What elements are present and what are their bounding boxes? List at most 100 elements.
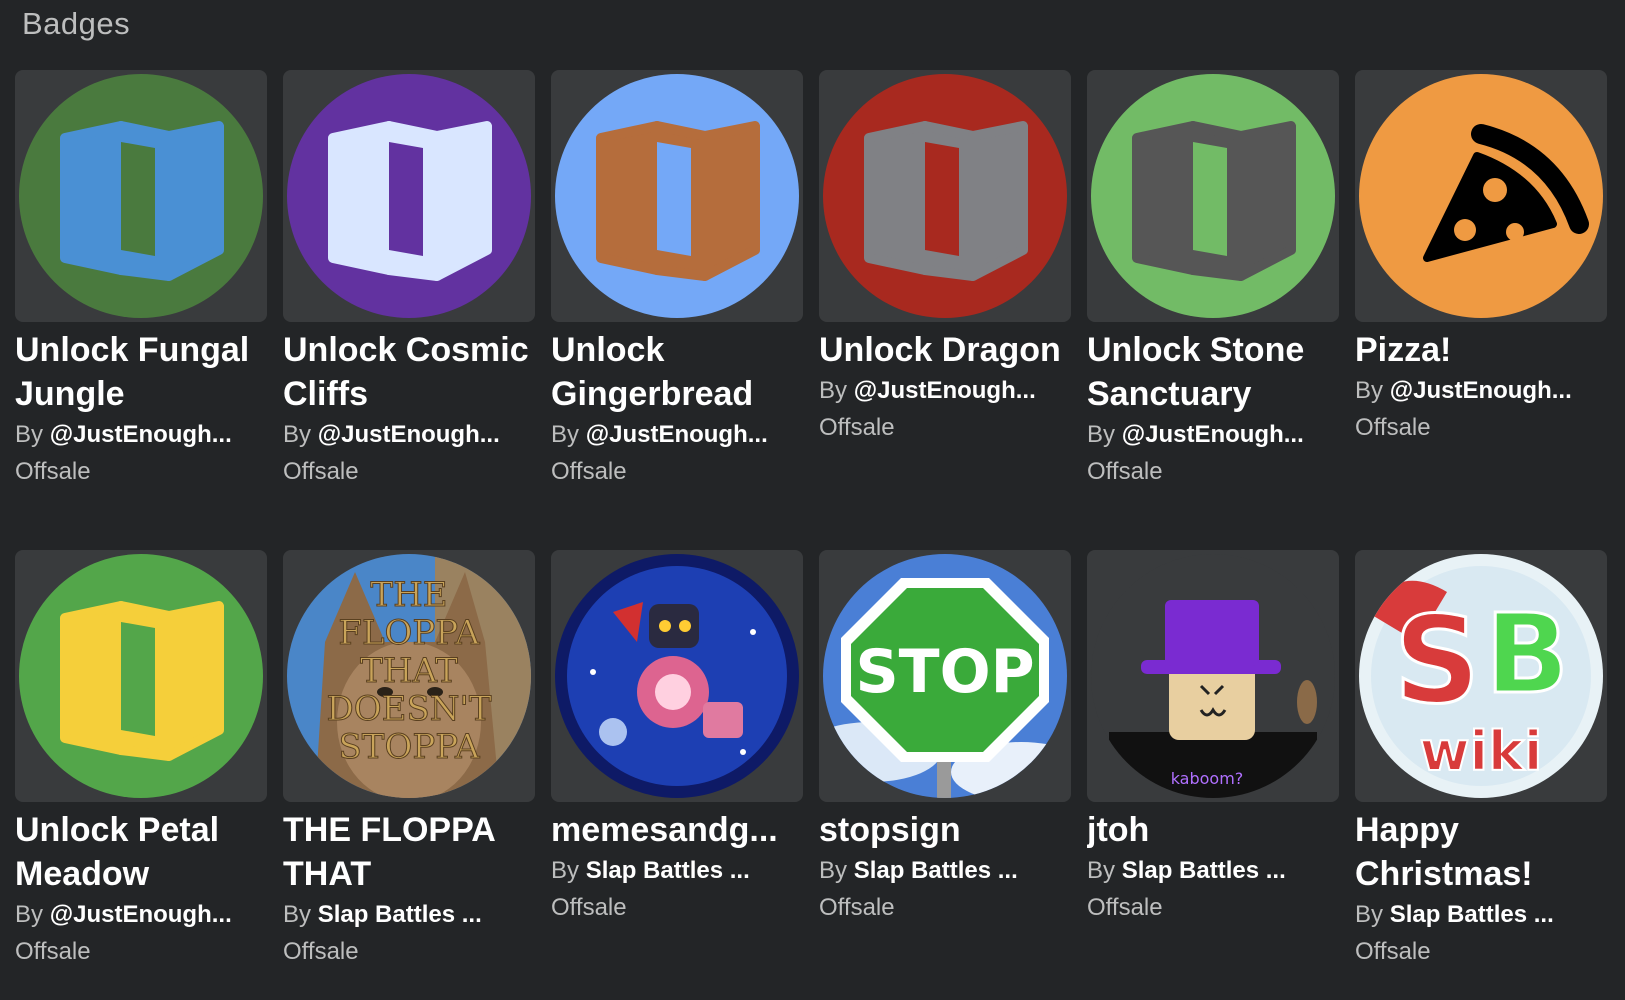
badge-price: Offsale: [283, 938, 359, 965]
creator-link[interactable]: @JustEnough...: [586, 421, 768, 448]
creator-link[interactable]: Slap Battles ...: [1122, 857, 1286, 884]
badge-name[interactable]: Unlock Fungal Jungle: [15, 328, 267, 416]
creator-link[interactable]: @JustEnough...: [1122, 421, 1304, 448]
svg-text:B: B: [1485, 590, 1569, 718]
badge-card[interactable]: S Bwiki Happy Christmas! By Slap Battles …: [1355, 550, 1607, 1000]
badge-name[interactable]: Unlock Gingerbread: [551, 328, 803, 416]
creator-prefix: By: [15, 421, 44, 448]
badge-thumbnail[interactable]: [1087, 70, 1339, 322]
badge-price: Offsale: [1355, 414, 1431, 441]
roblox-avatar-image: kaboom?: [1091, 554, 1335, 798]
creator-link[interactable]: Slap Battles ...: [1390, 901, 1554, 928]
badge-creator: By Slap Battles ...: [1087, 852, 1339, 890]
badge-card[interactable]: Unlock Fungal Jungle By @JustEnough... O…: [15, 70, 267, 520]
badge-creator: By @JustEnough...: [1087, 416, 1339, 454]
badge-card[interactable]: kaboom? jtoh By Slap Battles ... Offsale: [1087, 550, 1339, 1000]
map-icon: [19, 74, 263, 318]
badge-thumbnail[interactable]: kaboom?: [1087, 550, 1339, 802]
map-icon: [1091, 74, 1335, 318]
badge-price: Offsale: [283, 458, 359, 485]
creator-link[interactable]: @JustEnough...: [318, 421, 500, 448]
floppa-image: THEFLOPPATHATDOESN'TSTOPPA: [287, 554, 531, 798]
creator-prefix: By: [551, 857, 580, 884]
stop-sign-image: STOP: [823, 554, 1067, 798]
badge-card[interactable]: Unlock Stone Sanctuary By @JustEnough...…: [1087, 70, 1339, 520]
badge-thumbnail[interactable]: [283, 70, 535, 322]
badge-name[interactable]: Unlock Cosmic Cliffs: [283, 328, 535, 416]
creator-link[interactable]: Slap Battles ...: [854, 857, 1018, 884]
badge-thumbnail[interactable]: [1355, 70, 1607, 322]
svg-text:S: S: [1394, 592, 1480, 731]
creator-prefix: By: [283, 901, 312, 928]
badge-price: Offsale: [1087, 894, 1163, 921]
badge-price: Offsale: [819, 894, 895, 921]
badge-card[interactable]: Unlock Gingerbread By @JustEnough... Off…: [551, 70, 803, 520]
map-icon: [555, 74, 799, 318]
badge-thumbnail[interactable]: [551, 550, 803, 802]
badge-price: Offsale: [1087, 458, 1163, 485]
creator-prefix: By: [283, 421, 312, 448]
badge-creator: By Slap Battles ...: [1355, 896, 1607, 934]
creator-link[interactable]: @JustEnough...: [50, 421, 232, 448]
badge-price: Offsale: [819, 414, 895, 441]
creator-prefix: By: [1355, 901, 1384, 928]
badge-card[interactable]: STOP stopsign By Slap Battles ... Offsal…: [819, 550, 1071, 1000]
badge-name[interactable]: Unlock Stone Sanctuary: [1087, 328, 1339, 416]
creator-prefix: By: [551, 421, 580, 448]
creator-link[interactable]: @JustEnough...: [854, 377, 1036, 404]
creator-prefix: By: [15, 901, 44, 928]
badge-name[interactable]: Pizza!: [1355, 328, 1607, 372]
pizza-icon: [1359, 74, 1603, 318]
badge-thumbnail[interactable]: [551, 70, 803, 322]
creator-prefix: By: [1087, 857, 1116, 884]
map-icon: [823, 74, 1067, 318]
badge-name[interactable]: Unlock Dragon: [819, 328, 1071, 372]
badge-creator: By @JustEnough...: [15, 896, 267, 934]
svg-text:kaboom?: kaboom?: [1171, 769, 1244, 788]
creator-link[interactable]: @JustEnough...: [1390, 377, 1572, 404]
badge-card[interactable]: Unlock Cosmic Cliffs By @JustEnough... O…: [283, 70, 535, 520]
badge-name[interactable]: stopsign: [819, 808, 1071, 852]
badge-thumbnail[interactable]: THE FLOPPA THAT DOESN'T STOPPA: [283, 550, 535, 802]
badge-name[interactable]: memesandg...: [551, 808, 803, 852]
badge-card[interactable]: Unlock Dragon By @JustEnough... Offsale: [819, 70, 1071, 520]
robot-fighter-image: [555, 554, 799, 798]
badge-price: Offsale: [551, 458, 627, 485]
svg-text:THAT: THAT: [360, 651, 458, 691]
badge-price: Offsale: [551, 894, 627, 921]
badge-creator: By @JustEnough...: [1355, 372, 1607, 410]
badge-name[interactable]: THE FLOPPA THAT: [283, 808, 535, 896]
badge-name[interactable]: Happy Christmas!: [1355, 808, 1607, 896]
creator-prefix: By: [1087, 421, 1116, 448]
badge-card[interactable]: Unlock Petal Meadow By @JustEnough... Of…: [15, 550, 267, 1000]
badge-thumbnail[interactable]: STOP: [819, 550, 1071, 802]
map-icon: [19, 554, 263, 798]
badge-creator: By @JustEnough...: [551, 416, 803, 454]
badge-card[interactable]: memesandg... By Slap Battles ... Offsale: [551, 550, 803, 1000]
badge-creator: By @JustEnough...: [15, 416, 267, 454]
svg-text:STOP: STOP: [855, 637, 1034, 707]
badge-thumbnail[interactable]: [15, 550, 267, 802]
badge-thumbnail[interactable]: [15, 70, 267, 322]
badge-creator: By @JustEnough...: [819, 372, 1071, 410]
badge-card[interactable]: THE FLOPPA THAT DOESN'T STOPPA THE FLOPPA TH…: [283, 550, 535, 1000]
badge-thumbnail[interactable]: S Bwiki: [1355, 550, 1607, 802]
badge-name[interactable]: jtoh: [1087, 808, 1339, 852]
badge-name[interactable]: Unlock Petal Meadow: [15, 808, 267, 896]
svg-text:wiki: wiki: [1420, 720, 1543, 783]
badge-thumbnail[interactable]: [819, 70, 1071, 322]
svg-text:THE: THE: [370, 575, 447, 615]
svg-text:FLOPPA: FLOPPA: [338, 613, 480, 653]
creator-link[interactable]: Slap Battles ...: [318, 901, 482, 928]
badge-card[interactable]: Pizza! By @JustEnough... Offsale: [1355, 70, 1607, 520]
badge-price: Offsale: [15, 938, 91, 965]
badge-price: Offsale: [15, 458, 91, 485]
badge-price: Offsale: [1355, 938, 1431, 965]
creator-link[interactable]: Slap Battles ...: [586, 857, 750, 884]
sb-wiki-logo: S Bwiki: [1359, 554, 1603, 798]
badge-creator: By Slap Battles ...: [551, 852, 803, 890]
creator-link[interactable]: @JustEnough...: [50, 901, 232, 928]
creator-prefix: By: [1355, 377, 1384, 404]
section-title: Badges: [22, 6, 131, 41]
svg-text:STOPPA: STOPPA: [338, 727, 479, 767]
